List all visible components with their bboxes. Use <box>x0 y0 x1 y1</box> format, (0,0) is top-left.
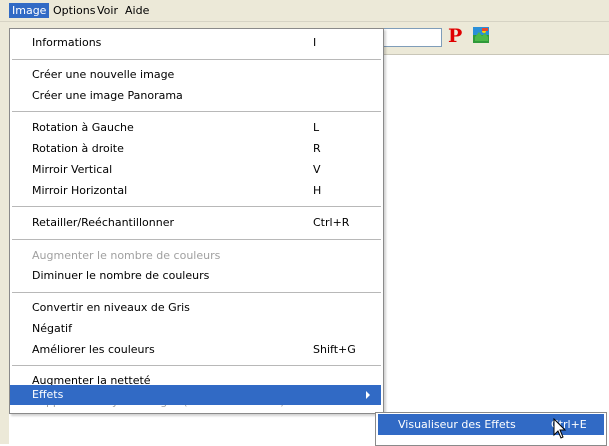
menu-item-mirroir-horizontal[interactable]: Mirroir Horizontal H <box>10 181 383 200</box>
menu-separator <box>12 206 381 207</box>
menu-image[interactable]: Image <box>9 3 50 18</box>
menu-item-negatif[interactable]: Négatif <box>10 319 383 338</box>
menu-separator <box>12 365 381 366</box>
menu-item-visualiseur-effets[interactable]: Visualiseur des Effets Ctrl+E <box>378 414 604 435</box>
menu-separator <box>12 59 381 60</box>
menu-options[interactable]: Options <box>50 3 98 18</box>
picture-icon[interactable] <box>473 27 489 43</box>
p-button[interactable]: P <box>448 24 462 48</box>
menu-item-informations[interactable]: Informations I <box>10 33 383 52</box>
toolbar-input[interactable] <box>382 28 442 47</box>
menu-item-niveaux-gris[interactable]: Convertir en niveaux de Gris <box>10 298 383 317</box>
menu-item-retailler[interactable]: Retailler/Reéchantillonner Ctrl+R <box>10 213 383 232</box>
menu-item-rotation-gauche[interactable]: Rotation à Gauche L <box>10 118 383 137</box>
submenu-arrow-icon <box>366 391 370 399</box>
menu-item-augmenter-couleurs: Augmenter le nombre de couleurs <box>32 249 221 262</box>
menu-bar: Image Options Voir Aide <box>0 0 609 22</box>
effets-submenu: Visualiseur des Effets Ctrl+E <box>375 412 607 446</box>
image-menu: Informations I Créer une nouvelle image … <box>9 28 384 414</box>
menu-separator <box>12 292 381 293</box>
left-panel-edge <box>0 54 9 444</box>
menu-voir[interactable]: Voir <box>94 3 121 18</box>
menu-item-rotation-droite[interactable]: Rotation à droite R <box>10 139 383 158</box>
menu-separator <box>12 239 381 240</box>
mouse-pointer-icon <box>553 417 567 443</box>
menu-separator <box>12 111 381 112</box>
menu-aide[interactable]: Aide <box>122 3 152 18</box>
menu-item-diminuer-couleurs[interactable]: Diminuer le nombre de couleurs <box>10 266 383 285</box>
menu-item-creer-nouvelle-image[interactable]: Créer une nouvelle image <box>10 65 383 84</box>
menu-item-ameliorer-couleurs[interactable]: Améliorer les couleurs Shift+G <box>10 340 383 359</box>
menu-item-mirroir-vertical[interactable]: Mirroir Vertical V <box>10 160 383 179</box>
menu-item-effets[interactable]: Effets <box>10 385 381 405</box>
menu-item-creer-panorama[interactable]: Créer une image Panorama <box>10 86 383 105</box>
